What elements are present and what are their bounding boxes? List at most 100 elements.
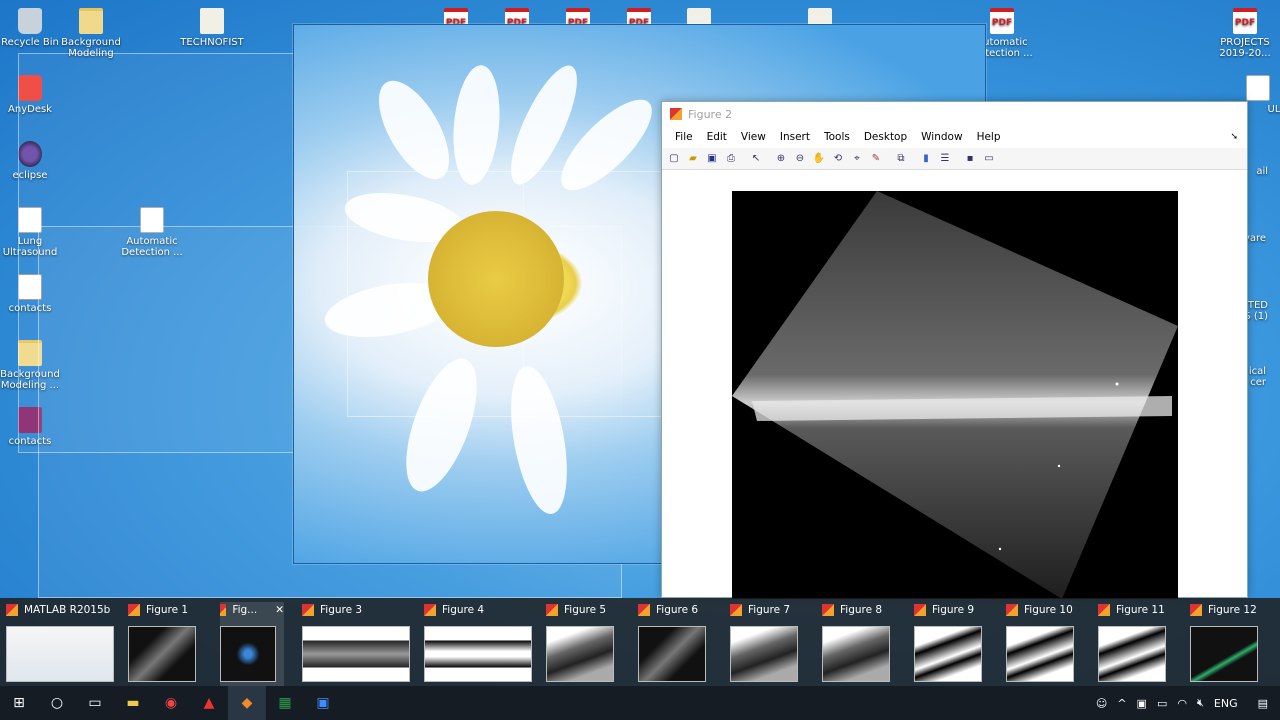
acrobat-icon[interactable]: ▲ [190, 686, 228, 720]
taskbar-preview-figure-8[interactable]: Figure 8 [822, 602, 898, 686]
taskbar-preview-fig[interactable]: Fig... ✕ [220, 602, 284, 686]
preview-label: Figure 11 [1116, 604, 1165, 616]
wifi-icon[interactable]: ◠ [1177, 697, 1187, 710]
taskbar-preview-figure-9[interactable]: Figure 9 [914, 602, 990, 686]
network-icon[interactable]: ▣ [1137, 697, 1147, 710]
zoom-in-icon[interactable]: ⊕ [773, 151, 789, 167]
new-icon[interactable]: ▢ [666, 151, 682, 167]
print-icon[interactable]: ⎙ [723, 151, 739, 167]
notification-icon[interactable]: ▤ [1258, 697, 1268, 710]
brush-icon[interactable]: ✎ [868, 151, 884, 167]
preview-thumbnail[interactable] [220, 626, 276, 682]
preview-label: Figure 5 [564, 604, 607, 616]
preview-thumbnail[interactable] [1006, 626, 1074, 682]
taskbar-preview-matlab-r2015b[interactable]: MATLAB R2015b [6, 602, 122, 686]
data-cursor-icon[interactable]: ⌖ [849, 151, 865, 167]
start-icon[interactable]: ⊞ [0, 686, 38, 720]
preview-thumbnail[interactable] [730, 626, 798, 682]
taskbar-preview-figure-12[interactable]: Figure 12 [1190, 602, 1266, 686]
taskbar-preview-figure-4[interactable]: Figure 4 [424, 602, 540, 686]
taskbar-preview-figure-7[interactable]: Figure 7 [730, 602, 806, 686]
menu-file[interactable]: File [668, 131, 700, 143]
menu-view[interactable]: View [734, 131, 773, 143]
mat-icon [200, 8, 224, 34]
menu-edit[interactable]: Edit [700, 131, 734, 143]
matlab-figure-icon [220, 604, 227, 616]
matlab-figure-icon [128, 604, 140, 616]
menu-tools[interactable]: Tools [817, 131, 857, 143]
ultrasound-image [732, 191, 1178, 599]
figure-image-axes[interactable] [732, 191, 1178, 599]
preview-thumbnail[interactable] [1190, 626, 1258, 682]
taskbar: ⊞ ○ ▭ ▬ ◉ ▲ ◆ ▦ ▣ ☺ ^ ▣ ▭ ◠ 🔇︎ ENG ▤ [0, 686, 1280, 720]
zoom-out-icon[interactable]: ⊖ [792, 151, 808, 167]
desktop-icon-label: PROJECTS 2019-20... [1219, 37, 1271, 59]
figure-menubar: File Edit View Insert Tools Desktop Wind… [662, 126, 1247, 148]
preview-thumbnail[interactable] [128, 626, 196, 682]
colorbar-icon[interactable]: ▮ [918, 151, 934, 167]
battery-icon[interactable]: ▭ [1157, 697, 1167, 710]
rotate-icon[interactable]: ⟲ [830, 151, 846, 167]
taskbar-preview-figure-10[interactable]: Figure 10 [1006, 602, 1082, 686]
preview-label: Figure 6 [656, 604, 699, 616]
show-tools-icon[interactable]: ▭ [981, 151, 997, 167]
taskbar-preview-figure-6[interactable]: Figure 6 [638, 602, 714, 686]
menu-window[interactable]: Window [914, 131, 969, 143]
preview-thumbnail[interactable] [822, 626, 890, 682]
link-icon[interactable]: ⧉ [893, 151, 909, 167]
legend-icon[interactable]: ☰ [937, 151, 953, 167]
preview-thumbnail[interactable] [6, 626, 114, 682]
dock-arrow-icon[interactable]: ➘ [1223, 132, 1245, 142]
pan-icon[interactable]: ✋ [811, 151, 827, 167]
chrome-icon[interactable]: ◉ [152, 686, 190, 720]
preview-label: Figure 7 [748, 604, 791, 616]
save-icon[interactable]: ▣ [704, 151, 720, 167]
volume-icon[interactable]: 🔇︎ [1197, 696, 1204, 710]
desktop-icon-technofist[interactable]: TECHNOFIST [177, 8, 247, 48]
preview-thumbnail[interactable] [1098, 626, 1166, 682]
remote-icon[interactable]: ▣ [304, 686, 342, 720]
pointer-icon[interactable]: ↖ [748, 151, 764, 167]
preview-label: Figure 8 [840, 604, 883, 616]
preview-thumbnail[interactable] [638, 626, 706, 682]
desktop-icon-projects-2019-20[interactable]: PDF PROJECTS 2019-20... [1210, 8, 1280, 59]
bin-icon [18, 8, 42, 34]
pdf-icon: PDF [1233, 8, 1257, 34]
taskbar-preview-figure-1[interactable]: Figure 1 [128, 602, 204, 686]
taskbar-preview-figure-11[interactable]: Figure 11 [1098, 602, 1174, 686]
preview-thumbnail[interactable] [914, 626, 982, 682]
hide-tools-icon[interactable]: ▪ [962, 151, 978, 167]
chevron-up-icon[interactable]: ^ [1117, 697, 1126, 710]
close-icon[interactable]: ✕ [275, 604, 284, 616]
figure-2-titlebar[interactable]: Figure 2 [662, 102, 1247, 126]
preview-label: Fig... [232, 604, 258, 616]
language-indicator[interactable]: ENG [1214, 697, 1238, 710]
task-view-icon[interactable]: ▭ [76, 686, 114, 720]
preview-label: Figure 9 [932, 604, 975, 616]
excel-icon[interactable]: ▦ [266, 686, 304, 720]
matlab-figure-icon [1006, 604, 1018, 616]
preview-label: Figure 1 [146, 604, 189, 616]
cortana-icon[interactable]: ○ [38, 686, 76, 720]
menu-insert[interactable]: Insert [773, 131, 817, 143]
preview-thumbnail[interactable] [546, 626, 614, 682]
desktop-icon-background-modeling[interactable]: Background Modeling [56, 8, 126, 59]
menu-help[interactable]: Help [970, 131, 1008, 143]
open-icon[interactable]: ▰ [685, 151, 701, 167]
system-tray: ☺ ^ ▣ ▭ ◠ 🔇︎ ENG ▤ [1096, 686, 1280, 720]
matlab-figure-icon [670, 108, 682, 120]
matlab-figure-icon [638, 604, 650, 616]
matlab-figure-icon [6, 604, 18, 616]
taskbar-preview-figure-3[interactable]: Figure 3 [302, 602, 418, 686]
preview-thumbnail[interactable] [302, 626, 410, 682]
taskbar-preview-figure-5[interactable]: Figure 5 [546, 602, 622, 686]
file-explorer-icon[interactable]: ▬ [114, 686, 152, 720]
people-icon[interactable]: ☺ [1096, 697, 1107, 710]
preview-label: Figure 4 [442, 604, 485, 616]
preview-thumbnail[interactable] [424, 626, 532, 682]
figure-2-window[interactable]: Figure 2 File Edit View Insert Tools Des… [661, 101, 1248, 599]
menu-desktop[interactable]: Desktop [857, 131, 914, 143]
matlab-icon[interactable]: ◆ [228, 686, 266, 720]
matlab-figure-icon [1190, 604, 1202, 616]
desktop-icon-label: TECHNOFIST [180, 37, 244, 48]
